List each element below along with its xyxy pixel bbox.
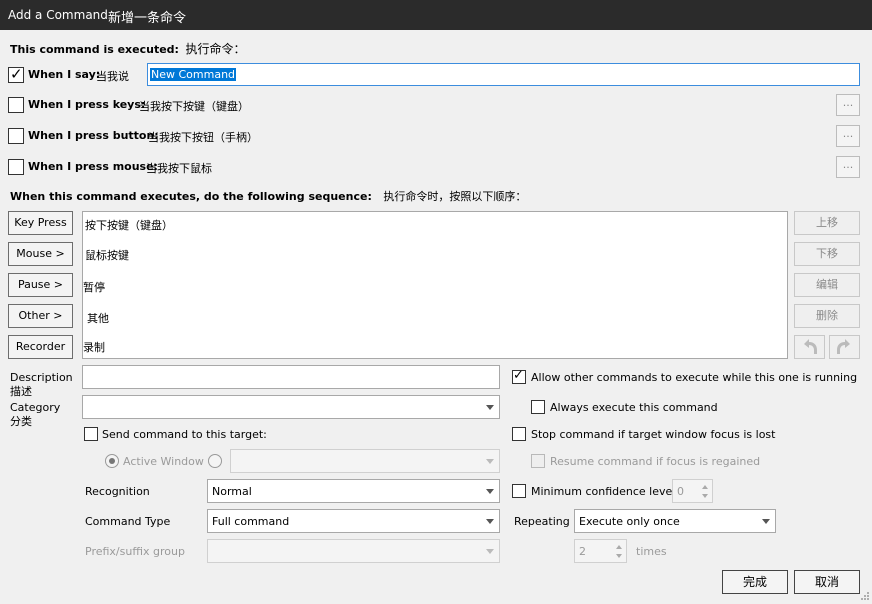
min-confidence-label: Minimum confidence level <box>531 485 676 498</box>
window-title: Add a Command <box>8 8 108 22</box>
key-press-button[interactable]: Key Press <box>8 211 73 235</box>
say-checkbox[interactable] <box>8 65 24 83</box>
recorder-button[interactable]: Recorder <box>8 335 73 359</box>
edit-button[interactable]: 编辑 <box>794 273 860 297</box>
redo-button[interactable] <box>829 335 860 359</box>
keys-browse-button[interactable]: ... <box>836 94 860 116</box>
description-input[interactable] <box>82 365 500 389</box>
undo-button[interactable] <box>794 335 825 359</box>
button-checkbox[interactable] <box>8 128 24 144</box>
executed-label-zh: 执行命令： <box>185 42 246 56</box>
recognition-combo[interactable]: Normal <box>207 479 500 503</box>
list-item[interactable]: 鼠标按键 <box>85 247 129 263</box>
resume-focus-checkbox[interactable] <box>531 454 545 468</box>
category-label-zh: 分类 <box>10 415 32 428</box>
say-phrase-input[interactable]: New Command <box>147 63 860 86</box>
window-title-zh: 新增一条命令 <box>108 11 187 26</box>
undo-icon <box>804 339 817 354</box>
resize-grip[interactable] <box>860 591 870 601</box>
cancel-button[interactable]: 取消 <box>794 570 860 594</box>
command-type-combo[interactable]: Full command <box>207 509 500 533</box>
keys-checkbox[interactable] <box>8 97 24 113</box>
executed-label: This command is executed: <box>10 43 179 56</box>
target-window-combo[interactable] <box>230 449 500 473</box>
spin-down-icon[interactable] <box>616 554 622 558</box>
spin-up-icon[interactable] <box>702 485 708 489</box>
stop-focus-label: Stop command if target window focus is l… <box>531 428 776 441</box>
always-execute-checkbox[interactable] <box>531 400 545 414</box>
executed-header: This command is executed: 执行命令： <box>10 40 245 57</box>
mouse-button[interactable]: Mouse > <box>8 242 73 266</box>
min-confidence-checkbox[interactable] <box>512 484 526 498</box>
mouse-browse-button[interactable]: ... <box>836 156 860 178</box>
prefix-suffix-label: Prefix/suffix group <box>85 545 185 558</box>
command-type-value: Full command <box>212 515 290 528</box>
repeating-combo[interactable]: Execute only once <box>574 509 776 533</box>
move-down-button[interactable]: 下移 <box>794 242 860 266</box>
say-label-zh: 当我说 <box>96 70 129 83</box>
allow-other-label: Allow other commands to execute while th… <box>531 371 858 384</box>
chevron-down-icon <box>486 549 494 554</box>
recognition-value: Normal <box>212 485 252 498</box>
min-confidence-spinner[interactable]: 0 <box>672 479 713 503</box>
mouse-checkbox[interactable] <box>8 159 24 175</box>
send-target-checkbox[interactable] <box>84 427 98 441</box>
stop-focus-checkbox[interactable] <box>512 427 526 441</box>
say-phrase-value: New Command <box>150 68 237 81</box>
chevron-down-icon <box>486 459 494 464</box>
keys-label: When I press keys: <box>28 98 146 111</box>
description-label-zh: 描述 <box>10 385 32 398</box>
send-target-label: Send command to this target: <box>102 428 267 441</box>
pause-button[interactable]: Pause > <box>8 273 73 297</box>
button-browse-button[interactable]: ... <box>836 125 860 147</box>
chevron-down-icon <box>762 519 770 524</box>
list-item[interactable]: 暂停 <box>83 279 105 295</box>
chevron-down-icon <box>486 405 494 410</box>
target-window-radio[interactable] <box>208 454 222 468</box>
sequence-list[interactable]: 按下按键（键盘） 鼠标按键 暂停 其他 录制 <box>82 211 788 359</box>
allow-other-checkbox[interactable] <box>512 368 526 384</box>
list-item[interactable]: 按下按键（键盘） <box>85 217 173 233</box>
sequence-label: When this command executes, do the follo… <box>10 190 372 203</box>
resume-focus-label: Resume command if focus is regained <box>550 455 761 468</box>
recognition-label: Recognition <box>85 485 150 498</box>
always-execute-label: Always execute this command <box>550 401 718 414</box>
repeating-label: Repeating <box>514 515 570 528</box>
sequence-header: When this command executes, do the follo… <box>10 188 526 204</box>
mouse-label: When I press mouse: <box>28 160 158 173</box>
mouse-label-zh: 当我按下鼠标 <box>146 162 212 175</box>
say-label: When I say: <box>28 68 101 81</box>
button-label: When I press button: <box>28 129 159 142</box>
spin-up-icon[interactable] <box>616 545 622 549</box>
active-window-radio[interactable] <box>105 454 119 468</box>
list-item[interactable]: 录制 <box>83 339 105 355</box>
redo-icon <box>837 339 850 354</box>
delete-button[interactable]: 删除 <box>794 304 860 328</box>
move-up-button[interactable]: 上移 <box>794 211 860 235</box>
repeating-value: Execute only once <box>579 515 680 528</box>
resize-grip-icon <box>861 592 869 600</box>
repeat-count-value: 2 <box>579 545 586 558</box>
min-confidence-value: 0 <box>677 485 684 498</box>
ok-button[interactable]: 完成 <box>722 570 788 594</box>
chevron-down-icon <box>486 519 494 524</box>
prefix-suffix-combo[interactable] <box>207 539 500 563</box>
title-bar: Add a Command 新增一条命令 <box>0 0 872 30</box>
times-label: times <box>636 545 667 558</box>
other-button[interactable]: Other > <box>8 304 73 328</box>
repeat-count-spinner[interactable]: 2 <box>574 539 627 563</box>
list-item[interactable]: 其他 <box>87 310 109 326</box>
command-type-label: Command Type <box>85 515 171 528</box>
button-label-zh: 当我按下按钮（手柄） <box>148 131 258 144</box>
active-window-label: Active Window <box>123 455 204 468</box>
sequence-label-zh: 执行命令时，按照以下顺序： <box>383 190 527 203</box>
chevron-down-icon <box>486 489 494 494</box>
spin-down-icon[interactable] <box>702 494 708 498</box>
category-combo[interactable] <box>82 395 500 419</box>
keys-label-zh: 当我按下按键（键盘） <box>139 100 249 113</box>
